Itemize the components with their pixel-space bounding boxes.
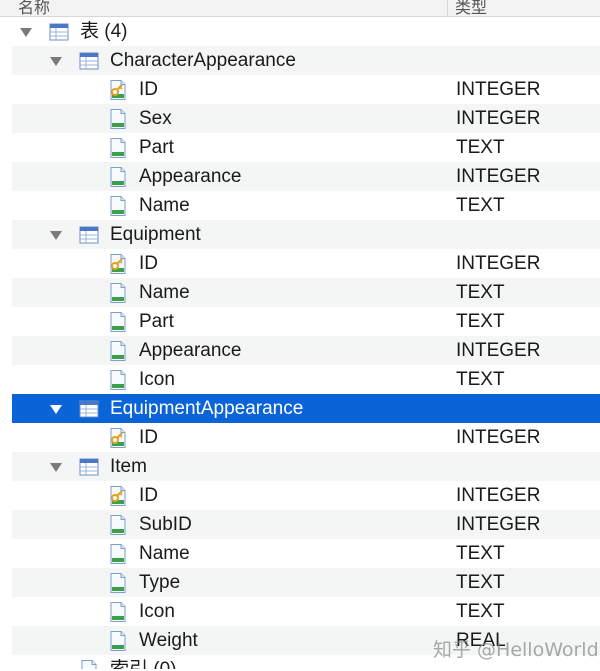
column-type: INTEGER — [456, 253, 541, 274]
column-type: INTEGER — [456, 485, 541, 506]
disclosure-triangle-icon[interactable] — [50, 463, 62, 472]
table-icon — [78, 50, 100, 72]
field-icon — [107, 340, 129, 362]
column-name: ID — [139, 79, 158, 100]
disclosure-triangle-icon[interactable] — [20, 28, 32, 37]
column-row[interactable]: Part TEXT — [12, 133, 600, 162]
column-row[interactable]: Appearance INTEGER — [12, 162, 600, 191]
key-field-icon — [107, 253, 129, 275]
column-type: INTEGER — [456, 79, 541, 100]
column-name: Part — [139, 137, 174, 158]
column-type: INTEGER — [456, 166, 541, 187]
column-row[interactable]: ID INTEGER — [12, 423, 600, 452]
column-name: Weight — [139, 630, 198, 651]
field-icon — [107, 108, 129, 130]
field-icon — [107, 543, 129, 565]
table-row[interactable]: Item — [12, 452, 600, 481]
column-row[interactable]: Icon TEXT — [12, 365, 600, 394]
table-name: Item — [110, 456, 147, 477]
field-icon — [107, 369, 129, 391]
disclosure-triangle-icon[interactable] — [50, 57, 62, 66]
column-name: Name — [139, 543, 190, 564]
table-icon — [48, 21, 70, 43]
column-type: TEXT — [456, 311, 505, 332]
column-name: ID — [139, 253, 158, 274]
column-name: Sex — [139, 108, 172, 129]
column-row[interactable]: Type TEXT — [12, 568, 600, 597]
column-row[interactable]: ID INTEGER — [12, 481, 600, 510]
name-column-header[interactable]: 名称 — [18, 0, 50, 16]
table-row[interactable]: CharacterAppearance — [12, 46, 600, 75]
column-type: TEXT — [456, 572, 505, 593]
column-type: INTEGER — [456, 108, 541, 129]
column-type: TEXT — [456, 369, 505, 390]
column-type: TEXT — [456, 195, 505, 216]
type-column-header[interactable]: 类型 — [455, 0, 487, 16]
field-icon — [78, 659, 100, 669]
table-icon — [78, 456, 100, 478]
column-name: Part — [139, 311, 174, 332]
column-name: ID — [139, 427, 158, 448]
watermark: 知乎 @HelloWorld — [433, 639, 599, 661]
key-field-icon — [107, 485, 129, 507]
column-row[interactable]: ID INTEGER — [12, 249, 600, 278]
table-icon — [78, 224, 100, 246]
field-icon — [107, 514, 129, 536]
column-type: INTEGER — [456, 340, 541, 361]
column-type: TEXT — [456, 543, 505, 564]
field-icon — [107, 166, 129, 188]
key-field-icon — [107, 79, 129, 101]
column-name: Appearance — [139, 340, 242, 361]
column-row[interactable]: Name TEXT — [12, 191, 600, 220]
field-icon — [107, 630, 129, 652]
column-type: TEXT — [456, 137, 505, 158]
field-icon — [107, 601, 129, 623]
column-row[interactable]: Icon TEXT — [12, 597, 600, 626]
column-name: SubID — [139, 514, 192, 535]
column-name: Icon — [139, 601, 175, 622]
column-type: TEXT — [456, 282, 505, 303]
column-type: INTEGER — [456, 427, 541, 448]
key-field-icon — [107, 427, 129, 449]
indexes-group-label: 索引 (0) — [110, 655, 177, 669]
table-icon — [78, 398, 100, 420]
table-row[interactable]: Equipment — [12, 220, 600, 249]
column-row[interactable]: Appearance INTEGER — [12, 336, 600, 365]
column-name: Name — [139, 282, 190, 303]
column-row[interactable]: Name TEXT — [12, 278, 600, 307]
field-icon — [107, 195, 129, 217]
column-row[interactable]: Part TEXT — [12, 307, 600, 336]
column-row[interactable]: Sex INTEGER — [12, 104, 600, 133]
column-row[interactable]: Name TEXT — [12, 539, 600, 568]
table-row[interactable]: EquipmentAppearance — [12, 394, 600, 423]
column-type: INTEGER — [456, 514, 541, 535]
field-icon — [107, 282, 129, 304]
column-row[interactable]: ID INTEGER — [12, 75, 600, 104]
disclosure-triangle-icon[interactable] — [50, 231, 62, 240]
column-name: ID — [139, 485, 158, 506]
tables-group-label: 表 (4) — [80, 21, 128, 42]
table-name: EquipmentAppearance — [110, 398, 304, 419]
column-row[interactable]: SubID INTEGER — [12, 510, 600, 539]
column-header: 名称 类型 — [0, 0, 600, 17]
table-name: CharacterAppearance — [110, 50, 296, 71]
column-name: Name — [139, 195, 190, 216]
column-name: Type — [139, 572, 181, 593]
field-icon — [107, 572, 129, 594]
column-type: TEXT — [456, 601, 505, 622]
column-name: Icon — [139, 369, 175, 390]
field-icon — [107, 137, 129, 159]
tables-group-row[interactable]: 表 (4) — [12, 17, 600, 46]
table-name: Equipment — [110, 224, 201, 245]
field-icon — [107, 311, 129, 333]
column-divider[interactable] — [447, 0, 448, 16]
disclosure-triangle-icon[interactable] — [50, 405, 62, 414]
column-name: Appearance — [139, 166, 242, 187]
